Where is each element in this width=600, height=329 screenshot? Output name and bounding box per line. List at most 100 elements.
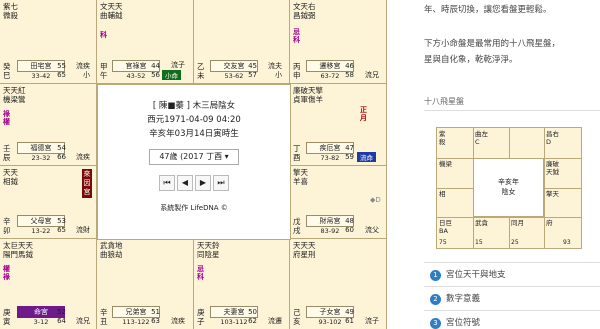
age: 46 58: [345, 62, 354, 79]
palace-cell-zi[interactable]: 天天鈴 同陰星 忌 科 庚 子 夫妻宮 103-112 50 62 流遷: [194, 239, 289, 329]
age: 51 63: [151, 308, 160, 325]
list-label: 宮位天干與地支: [446, 270, 506, 280]
person-info: [ 陳■蓁 ] 木三局陰女: [152, 101, 236, 111]
stem-branch: 癸 巳: [3, 62, 11, 80]
flow-label: 流疾 小: [76, 62, 90, 79]
flow-badge: 流命: [357, 152, 376, 162]
list-label: 數字意義: [446, 294, 481, 304]
divider: [424, 310, 600, 311]
star-names: 天天鈴 同陰星: [197, 241, 220, 259]
year-select[interactable]: 47歲 (2017 丁酉 ▾: [149, 149, 239, 165]
mini-age: 15: [475, 239, 483, 246]
mini-center: 辛亥年 陰女: [473, 158, 544, 217]
palace-cell-shen[interactable]: 文天右 昌鉞弼 忌 科 丙 申 遷移宮 63-72 46 58 流兄: [290, 0, 386, 83]
list-number: 3: [430, 318, 441, 329]
star-names: 廉破天擎 貞軍傷羊: [293, 86, 323, 104]
flow-label: 流疾: [76, 153, 90, 161]
mini-cell: 武貪: [475, 219, 488, 227]
first-year-button[interactable]: ⏮: [159, 175, 175, 191]
mini-cell: 同月: [511, 219, 524, 227]
transform-marks: 正 月: [360, 106, 367, 122]
mini-age: 93: [563, 239, 571, 246]
age: 45 57: [248, 62, 257, 79]
palace-cell-chou[interactable]: 武貪地 曲狼劫 辛 丑 兄弟宮 113-122 51 63 流疾: [97, 239, 193, 329]
intro-text-3: 星與自化象，乾乾淨淨。: [424, 55, 518, 65]
prev-year-button[interactable]: ◀: [177, 175, 193, 191]
divider: [424, 286, 600, 287]
age: 49 61: [345, 308, 354, 325]
transform-marks: 忌 科: [293, 28, 300, 44]
list-number: 2: [430, 294, 441, 305]
list-item[interactable]: 2 數字意義: [430, 292, 480, 305]
age: 53 65: [57, 217, 66, 234]
mini-grid-line: [544, 188, 581, 189]
transform-marks: 祿 權: [3, 110, 10, 126]
mini-grid-line: [509, 217, 510, 248]
transform-mark: 科: [100, 31, 107, 39]
palace-cell-si[interactable]: 紫七 微殺 癸 巳 田宅宮 33-42 55 65 流疾 小: [0, 0, 96, 83]
age: 48 60: [345, 217, 354, 234]
flow-label: 流疾: [171, 317, 185, 325]
age: 54 66: [57, 144, 66, 161]
star-names: 擎天 羊喜: [293, 168, 308, 186]
mini-cell: 昌右 D: [546, 130, 559, 146]
flow-label: 流子: [171, 61, 185, 69]
intro-text-1: 年、時辰切換，讓您看盤更輕鬆。: [424, 5, 552, 15]
d-marker: ◆D: [370, 196, 381, 204]
mini-age: 75: [439, 239, 447, 246]
palace-cell-chen[interactable]: 天天紅 機梁鸞 祿 權 壬 辰 福德宮 23-32 54 66 流疾: [0, 84, 96, 165]
stem-branch: 戊 戌: [293, 217, 301, 235]
year-select-value: 47歲 (2017 丁酉: [159, 152, 223, 161]
list-item[interactable]: 1 宮位天干與地支: [430, 268, 506, 281]
star-names: 天天天 府星刑: [293, 241, 316, 259]
palace-cell-wu[interactable]: 文天天 曲輔鉞 科 甲 午 官祿宮 43-52 44 56 流子 小命: [97, 0, 193, 83]
maker-credit: 系統製作 LifeDNA ©: [160, 204, 228, 212]
star-names: 天天紅 機梁鸞: [3, 86, 26, 104]
stem-branch: 辛 卯: [3, 217, 11, 235]
intro-text-2: 下方小命盤是最常用的十八飛星盤，: [424, 39, 561, 49]
age: 52 64: [57, 308, 66, 325]
ziwei-chart: 紫七 微殺 癸 巳 田宅宮 33-42 55 65 流疾 小 文天天 曲輔鉞 科…: [0, 0, 387, 329]
next-year-button[interactable]: ▶: [195, 175, 211, 191]
mini-cell: 廉破 天鉞: [546, 160, 559, 176]
flow-label: 流兄: [365, 71, 379, 79]
stem-branch: 庚 子: [197, 308, 205, 326]
mini-cell: 機梁: [439, 160, 452, 168]
stem-branch: 甲 午: [100, 62, 108, 80]
age: 47 59: [345, 144, 354, 161]
flow-label: 流子: [365, 317, 379, 325]
age: 44 56: [151, 62, 160, 79]
origin-palace-tag: 來因宮: [82, 169, 92, 198]
age: 50 62: [248, 308, 257, 325]
flow-label: 流夫 小: [268, 62, 282, 79]
palace-cell-xu[interactable]: 擎天 羊喜 ◆D 戊 戌 財帛宮 83-92 48 60 流父: [290, 166, 386, 238]
flow-label: 流財: [76, 226, 90, 234]
mini-grid-line: [509, 128, 510, 158]
mini-cell: 紫 殺: [439, 130, 446, 146]
palace-cell-wei[interactable]: 乙 未 交友宮 53-62 45 57 流夫 小: [194, 0, 289, 83]
palace-cell-you[interactable]: 廉破天擎 貞軍傷羊 正 月 丁 酉 疾厄宮 73-82 47 59 流命: [290, 84, 386, 165]
mini-age: 25: [511, 239, 519, 246]
palace-cell-mao[interactable]: 天天 相鉞 來因宮 辛 卯 父母宮 13-22 53 65 流財: [0, 166, 96, 238]
list-label: 宮位符號: [446, 318, 481, 328]
stem-branch: 己 亥: [293, 308, 301, 326]
star-names: 武貪地 曲狼劫: [100, 241, 123, 259]
mini-cell: 日巨 BA: [439, 219, 452, 235]
year-badge: 小命: [162, 70, 181, 80]
mini-chart: 紫 殺 曲左 C 昌右 D 機梁 廉破 天鉞 相 擎天 日巨 BA 武貪 同月 …: [436, 127, 582, 249]
transform-marks: 權 祿: [3, 265, 10, 281]
stem-branch: 乙 未: [197, 62, 205, 80]
list-number: 1: [430, 270, 441, 281]
stem-branch: 壬 辰: [3, 144, 11, 162]
star-names: 太巨天天 陽門馬鉞: [3, 241, 33, 259]
stem-branch: 丙 申: [293, 62, 301, 80]
star-names: 文天右 昌鉞弼: [293, 2, 316, 20]
star-names: 紫七 微殺: [3, 2, 18, 20]
flow-label: 流兄: [76, 317, 90, 325]
mini-cell: 相: [439, 190, 446, 198]
last-year-button[interactable]: ⏭: [213, 175, 229, 191]
palace-cell-yin[interactable]: 太巨天天 陽門馬鉞 權 祿 庚 寅 命宮 3-12 52 64 流兄: [0, 239, 96, 329]
list-item[interactable]: 3 宮位符號: [430, 316, 480, 329]
palace-cell-hai[interactable]: 天天天 府星刑 己 亥 子女宮 93-102 49 61 流子: [290, 239, 386, 329]
stem-branch: 丁 酉: [293, 144, 301, 162]
